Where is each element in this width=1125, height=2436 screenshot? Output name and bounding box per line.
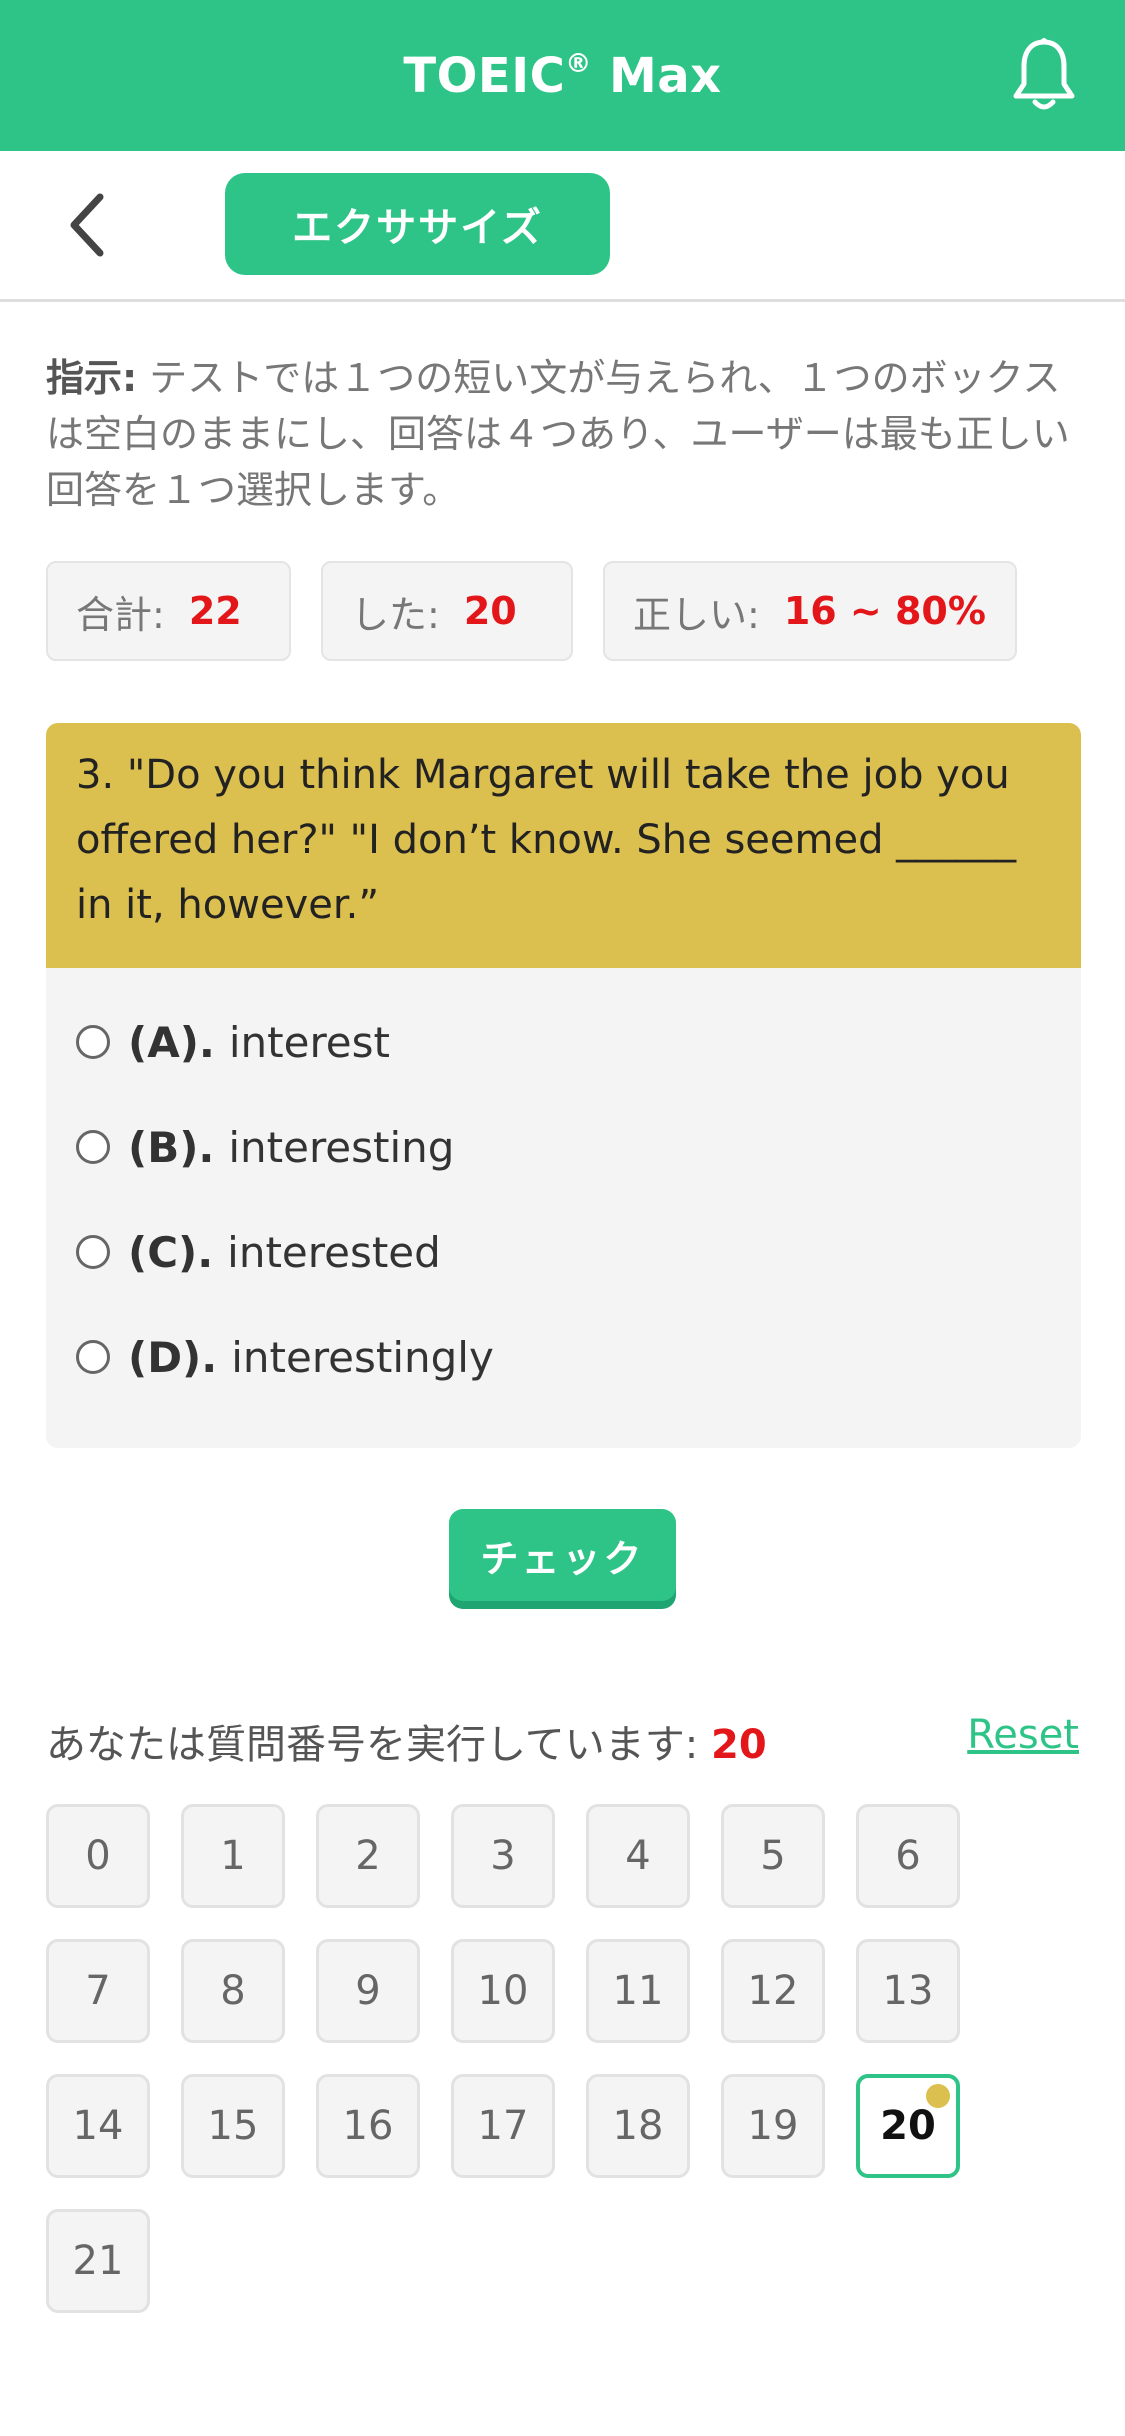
option-letter: (D). [128,1332,218,1382]
question-number-15[interactable]: 15 [181,2074,285,2178]
option-d[interactable]: (D). interestingly [76,1327,494,1387]
instruction-label: 指示: [46,356,138,400]
stat-done-label: した: [351,592,440,637]
option-text: interestingly [231,1332,494,1382]
question-number-label: 0 [85,1833,111,1879]
radio-button[interactable] [76,1235,110,1269]
question-number-4[interactable]: 4 [586,1804,690,1908]
radio-button[interactable] [76,1340,110,1374]
question-number-label: 20 [880,2103,936,2149]
question-number-label: 16 [342,2103,394,2149]
app-title-suffix: Max [591,47,722,104]
stat-correct: 正しい: 16 ~ 80% [603,561,1017,661]
app-title: TOEIC® Max [403,48,721,104]
question-number-label: 12 [747,1968,799,2014]
radio-button[interactable] [76,1130,110,1164]
chevron-left-icon[interactable] [62,191,114,259]
question-number-21[interactable]: 21 [46,2209,150,2313]
radio-button[interactable] [76,1025,110,1059]
question-number-11[interactable]: 11 [586,1939,690,2043]
stat-correct-value: 16 ~ 80% [783,589,986,633]
progress-label: あなたは質問番号を実行しています: [46,1722,711,1768]
stat-done-value: 20 [463,589,517,633]
question-number-label: 21 [72,2238,124,2284]
question-text: 3. "Do you think Margaret will take the … [46,723,1081,968]
question-number-label: 19 [747,2103,799,2149]
question-number-20[interactable]: 20 [856,2074,960,2178]
question-number-16[interactable]: 16 [316,2074,420,2178]
bell-icon[interactable] [1009,36,1079,114]
option-letter: (B). [128,1122,215,1172]
stat-correct-label: 正しい: [633,592,760,637]
stat-done: した: 20 [321,561,573,661]
reset-link[interactable]: Reset [967,1712,1079,1758]
stat-total-label: 合計: [76,592,165,637]
option-b[interactable]: (B). interesting [76,1117,454,1177]
question-number-9[interactable]: 9 [316,1939,420,2043]
question-number-label: 17 [477,2103,529,2149]
question-number-12[interactable]: 12 [721,1939,825,2043]
question-number-2[interactable]: 2 [316,1804,420,1908]
mode-tab-exercise[interactable]: エクササイズ [225,173,610,275]
app-header: TOEIC® Max [0,0,1125,151]
check-button[interactable]: チェック [449,1509,676,1601]
question-number-6[interactable]: 6 [856,1804,960,1908]
option-a[interactable]: (A). interest [76,1012,390,1072]
question-number-label: 15 [207,2103,259,2149]
question-number-18[interactable]: 18 [586,2074,690,2178]
current-indicator-dot [926,2084,950,2108]
question-number-label: 14 [72,2103,124,2149]
question-number-label: 5 [760,1833,786,1879]
question-number-label: 10 [477,1968,529,2014]
question-number-label: 3 [490,1833,516,1879]
instruction-body: テストでは１つの短い文が与えられ、１つのボックスは空白のままにし、回答は４つあり… [46,356,1070,512]
question-number-label: 18 [612,2103,664,2149]
question-number-label: 11 [612,1968,664,2014]
question-number-label: 13 [882,1968,934,2014]
stat-total: 合計: 22 [46,561,291,661]
sub-navigation-bar: エクササイズ [0,151,1125,302]
question-number-19[interactable]: 19 [721,2074,825,2178]
question-number-13[interactable]: 13 [856,1939,960,2043]
question-number-label: 1 [220,1833,246,1879]
option-letter: (C). [128,1227,214,1277]
option-c[interactable]: (C). interested [76,1222,441,1282]
question-number-label: 8 [220,1968,246,2014]
question-number-1[interactable]: 1 [181,1804,285,1908]
progress-current-number: 20 [711,1722,767,1768]
option-text: interest [228,1017,390,1067]
stat-total-value: 22 [188,589,242,633]
question-number-14[interactable]: 14 [46,2074,150,2178]
question-number-5[interactable]: 5 [721,1804,825,1908]
app-title-main: TOEIC [403,47,566,104]
instruction-text: 指示: テストでは１つの短い文が与えられ、１つのボックスは空白のままにし、回答は… [46,350,1081,518]
question-number-10[interactable]: 10 [451,1939,555,2043]
question-number-3[interactable]: 3 [451,1804,555,1908]
app-title-registered-mark: ® [565,48,592,79]
question-number-0[interactable]: 0 [46,1804,150,1908]
question-number-label: 7 [85,1968,111,2014]
question-number-label: 4 [625,1833,651,1879]
question-number-label: 6 [895,1833,921,1879]
progress-status: あなたは質問番号を実行しています: 20 [46,1712,767,1770]
question-number-7[interactable]: 7 [46,1939,150,2043]
option-letter: (A). [128,1017,215,1067]
question-number-8[interactable]: 8 [181,1939,285,2043]
question-number-label: 2 [355,1833,381,1879]
answer-options: (A). interest (B). interesting (C). inte… [46,968,1081,1448]
question-number-17[interactable]: 17 [451,2074,555,2178]
option-text: interesting [228,1122,455,1172]
option-text: interested [227,1227,441,1277]
question-number-label: 9 [355,1968,381,2014]
